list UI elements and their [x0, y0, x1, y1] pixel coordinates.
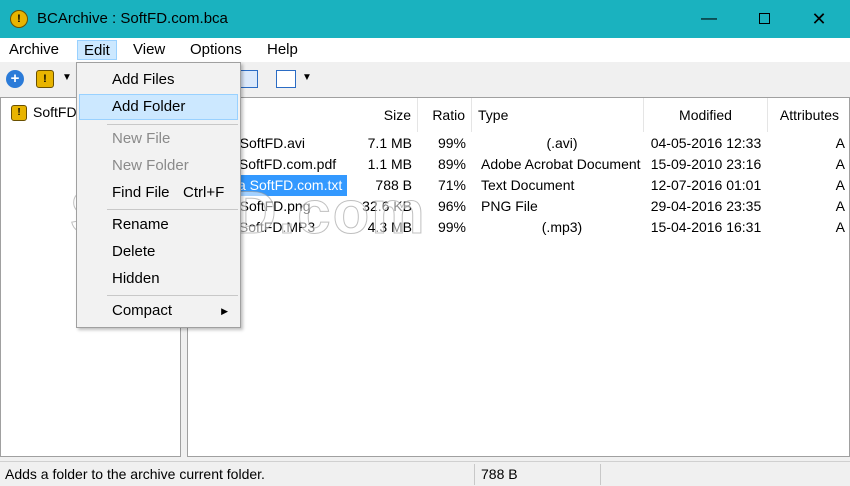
find-file-label: Find File: [112, 184, 170, 201]
view-options-icon[interactable]: [276, 70, 296, 88]
menu-item-new-file: New File: [112, 130, 171, 147]
file-type: (.mp3): [541, 219, 583, 235]
submenu-arrow-icon: ▶: [221, 306, 228, 316]
add-icon[interactable]: +: [6, 70, 24, 88]
file-modified: 29-04-2016 23:35: [650, 198, 762, 214]
file-type: Adobe Acrobat Document: [481, 156, 641, 172]
file-ratio: 99%: [437, 219, 466, 235]
maximize-button[interactable]: [741, 0, 787, 38]
menu-options[interactable]: Options: [184, 40, 248, 60]
menu-item-find-file[interactable]: Find File Ctrl+F: [79, 180, 238, 206]
window-title: BCArchive : SoftFD.com.bca: [37, 10, 228, 27]
status-bar: Adds a folder to the archive current fol…: [0, 461, 850, 486]
table-row[interactable]: o SoftFD.png 32.6 KB 96% PNG File 29-04-…: [188, 196, 850, 217]
status-size: 788 B: [481, 466, 518, 482]
menu-item-hidden[interactable]: Hidden: [79, 266, 238, 292]
menu-bar: Archive Edit View Options Help: [0, 38, 850, 62]
menu-item-add-folder[interactable]: Add Folder: [79, 94, 238, 120]
status-message: Adds a folder to the archive current fol…: [5, 466, 265, 482]
chevron-down-icon[interactable]: ▼: [302, 72, 320, 90]
file-size: 32.6 KB: [362, 198, 412, 214]
table-row-selected[interactable]: a SoftFD.com.txt 788 B 71% Text Document…: [188, 175, 850, 196]
file-name: a SoftFD.com.txt: [233, 175, 348, 196]
menu-item-compact[interactable]: Compact ▶: [79, 298, 238, 324]
table-row[interactable]: k SoftFD.com.pdf 1.1 MB 89% Adobe Acroba…: [188, 154, 850, 175]
column-header-size[interactable]: Size: [350, 98, 418, 132]
compact-label: Compact: [112, 302, 173, 319]
find-file-shortcut: Ctrl+F: [183, 184, 225, 201]
column-header-type[interactable]: Type: [472, 98, 644, 132]
file-modified: 12-07-2016 01:01: [650, 177, 762, 193]
file-ratio: 99%: [437, 135, 466, 151]
menu-edit[interactable]: Edit: [77, 40, 117, 60]
file-ratio: 71%: [437, 177, 466, 193]
archive-icon[interactable]: !: [36, 70, 54, 88]
table-row[interactable]: c SoftFD.MP3 4.3 MB 99% (.mp3) 15-04-201…: [188, 217, 850, 238]
edit-menu-dropdown: Add Files Add Folder New File New Folder…: [76, 62, 241, 328]
file-list[interactable]: Size Ratio Type Modified Attributes o So…: [187, 97, 850, 457]
file-type: (.avi): [546, 135, 578, 151]
archive-icon: !: [11, 105, 27, 121]
file-type: Text Document: [481, 177, 575, 193]
status-divider: [474, 464, 475, 485]
status-divider: [600, 464, 601, 485]
file-modified: 15-04-2016 16:31: [650, 219, 762, 235]
file-size: 788 B: [375, 177, 412, 193]
file-modified: 04-05-2016 12:33: [650, 135, 762, 151]
file-size: 4.3 MB: [367, 219, 412, 235]
app-lock-icon: !: [10, 10, 28, 28]
title-bar: ! BCArchive : SoftFD.com.bca — ✕: [0, 0, 850, 38]
minimize-button[interactable]: —: [686, 0, 732, 38]
menu-separator: [107, 209, 238, 210]
file-size: 1.1 MB: [367, 156, 412, 172]
column-header-attributes[interactable]: Attributes: [768, 98, 850, 132]
menu-view[interactable]: View: [127, 40, 171, 60]
menu-item-add-files[interactable]: Add Files: [79, 67, 238, 93]
column-header-modified[interactable]: Modified: [644, 98, 768, 132]
maximize-icon: [758, 13, 770, 25]
column-header-ratio[interactable]: Ratio: [418, 98, 472, 132]
file-ratio: 89%: [437, 156, 466, 172]
file-type: PNG File: [481, 198, 538, 214]
file-attributes: A: [835, 198, 845, 214]
menu-archive[interactable]: Archive: [3, 40, 65, 60]
tree-root-item[interactable]: SoftFD: [33, 104, 77, 120]
menu-separator: [107, 295, 238, 296]
file-name: c SoftFD.MP3: [228, 219, 316, 235]
menu-item-rename[interactable]: Rename: [79, 212, 238, 238]
file-name: k SoftFD.com.pdf: [228, 156, 337, 172]
close-button[interactable]: ✕: [796, 0, 842, 38]
file-attributes: A: [835, 135, 845, 151]
menu-item-delete[interactable]: Delete: [79, 239, 238, 265]
file-attributes: A: [835, 156, 845, 172]
file-attributes: A: [835, 177, 845, 193]
file-modified: 15-09-2010 23:16: [650, 156, 762, 172]
file-attributes: A: [835, 219, 845, 235]
menu-separator: [107, 124, 238, 125]
menu-item-new-folder: New Folder: [112, 157, 189, 174]
file-size: 7.1 MB: [367, 135, 412, 151]
table-row[interactable]: o SoftFD.avi 7.1 MB 99% (.avi) 04-05-201…: [188, 133, 850, 154]
file-ratio: 96%: [437, 198, 466, 214]
menu-help[interactable]: Help: [261, 40, 304, 60]
